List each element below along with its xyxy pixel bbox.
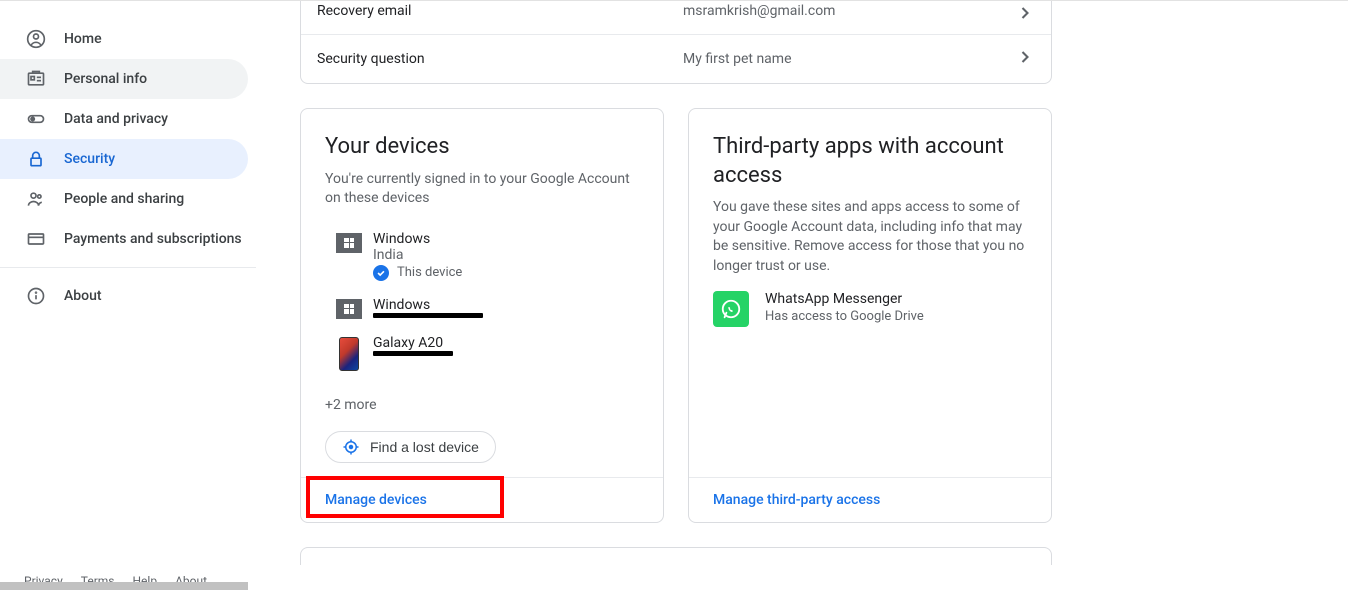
find-lost-device-button[interactable]: Find a lost device — [325, 431, 496, 463]
id-card-icon — [24, 67, 48, 91]
sidebar-divider — [0, 267, 256, 268]
phone-device-icon — [325, 335, 373, 371]
card-icon — [24, 227, 48, 251]
chevron-right-icon — [1015, 47, 1035, 71]
sidebar-item-home[interactable]: Home — [0, 19, 248, 59]
recovery-email-row[interactable]: Recovery email msramkrish@gmail.com — [301, 1, 1051, 35]
sidebar-item-people-sharing[interactable]: People and sharing — [0, 179, 248, 219]
sidebar-item-label: Payments and subscriptions — [64, 231, 242, 247]
main-content: Recovery email msramkrish@gmail.com Secu… — [256, 1, 1348, 591]
this-device-label: This device — [397, 265, 462, 280]
recovery-email-label: Recovery email — [317, 3, 683, 19]
sidebar-item-label: People and sharing — [64, 191, 184, 207]
people-icon — [24, 187, 48, 211]
device-row[interactable]: Windows India This device — [325, 223, 639, 289]
windows-device-icon — [325, 231, 373, 253]
app-name: WhatsApp Messenger — [765, 291, 924, 307]
sidebar: Home Personal info Data and privacy Secu… — [0, 1, 256, 591]
recovery-email-value: msramkrish@gmail.com — [683, 3, 1015, 19]
sidebar-item-about[interactable]: About — [0, 276, 248, 316]
device-name: Galaxy A20 — [373, 335, 639, 351]
app-row[interactable]: WhatsApp Messenger Has access to Google … — [713, 291, 1027, 327]
sidebar-item-payments[interactable]: Payments and subscriptions — [0, 219, 248, 259]
device-name: Windows — [373, 297, 639, 313]
sidebar-item-label: Data and privacy — [64, 111, 168, 127]
your-devices-card: Your devices You're currently signed in … — [300, 108, 664, 523]
next-card-top — [300, 547, 1052, 565]
recovery-options-card: Recovery email msramkrish@gmail.com Secu… — [300, 1, 1052, 84]
user-circle-icon — [24, 27, 48, 51]
security-question-value: My first pet name — [683, 51, 1015, 67]
devices-card-subtitle: You're currently signed in to your Googl… — [325, 170, 639, 209]
device-location-redacted — [373, 313, 639, 318]
devices-card-title: Your devices — [325, 133, 639, 162]
device-location: India — [373, 247, 639, 263]
device-row[interactable]: Windows — [325, 289, 639, 327]
third-party-access-card: Third-party apps with account access You… — [688, 108, 1052, 523]
find-lost-device-label: Find a lost device — [370, 439, 479, 455]
manage-devices-link[interactable]: Manage devices — [325, 492, 427, 508]
checkmark-badge-icon — [373, 265, 389, 281]
sidebar-item-label: Personal info — [64, 71, 147, 87]
sidebar-item-security[interactable]: Security — [0, 139, 248, 179]
scrollbar-thumb[interactable] — [0, 582, 248, 590]
sidebar-item-label: About — [64, 288, 102, 304]
device-row[interactable]: Galaxy A20 — [325, 327, 639, 379]
info-icon — [24, 284, 48, 308]
target-icon — [342, 438, 360, 456]
chevron-right-icon — [1015, 3, 1035, 27]
toggle-icon — [24, 107, 48, 131]
thirdparty-card-subtitle: You gave these sites and apps access to … — [713, 198, 1027, 276]
device-name: Windows — [373, 231, 639, 247]
lock-icon — [24, 147, 48, 171]
app-access-description: Has access to Google Drive — [765, 309, 924, 324]
whatsapp-icon — [713, 291, 749, 327]
security-question-label: Security question — [317, 51, 683, 67]
windows-device-icon — [325, 297, 373, 319]
manage-thirdparty-link[interactable]: Manage third-party access — [713, 492, 880, 508]
sidebar-item-data-privacy[interactable]: Data and privacy — [0, 99, 248, 139]
security-question-row[interactable]: Security question My first pet name — [301, 35, 1051, 83]
device-location-redacted — [373, 351, 639, 356]
sidebar-item-personal-info[interactable]: Personal info — [0, 59, 248, 99]
sidebar-item-label: Home — [64, 31, 102, 47]
thirdparty-card-title: Third-party apps with account access — [713, 133, 1027, 190]
more-devices-link[interactable]: +2 more — [325, 397, 639, 413]
sidebar-item-label: Security — [64, 151, 115, 167]
